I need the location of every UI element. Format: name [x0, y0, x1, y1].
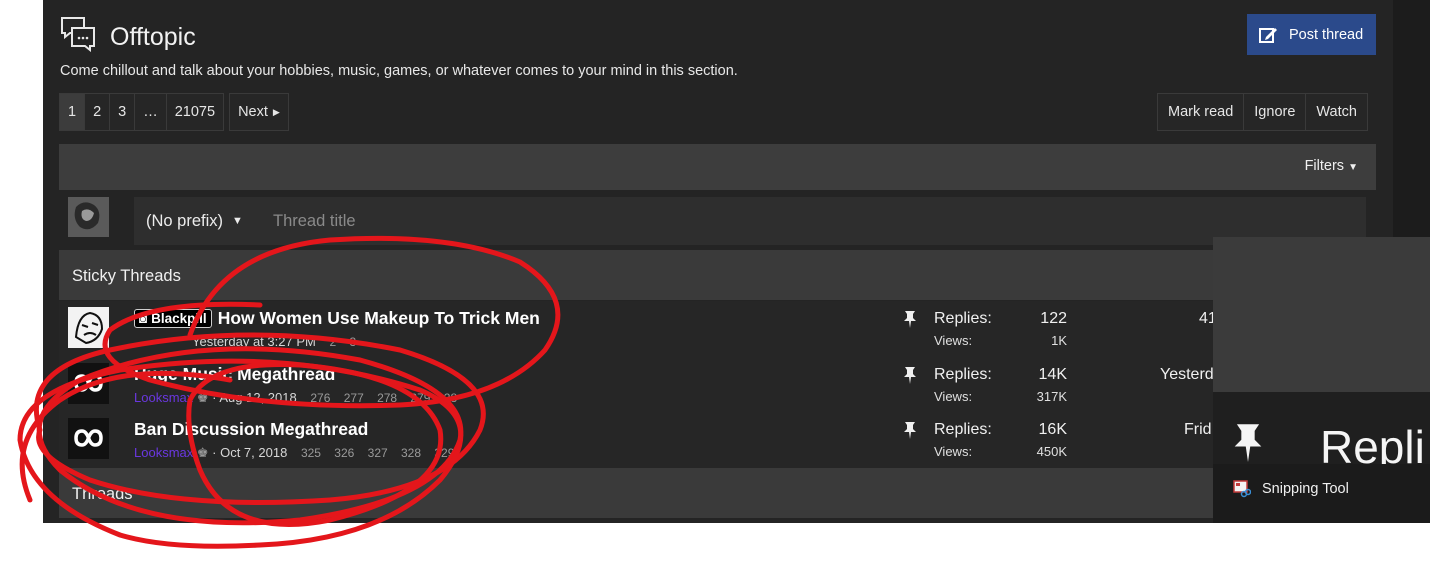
thread-avatar[interactable] — [68, 307, 109, 348]
thread-avatar[interactable] — [68, 418, 109, 459]
filter-bar: Filters ▼ — [59, 144, 1376, 190]
sketch-avatar-image — [74, 311, 104, 345]
replies-count: 16K — [1038, 421, 1067, 438]
forum-actions: Mark read Ignore Watch — [1157, 93, 1368, 131]
pagination: 1 2 3 … 21075 Next ▶ — [59, 93, 289, 131]
threads-header: Threads — [59, 468, 1376, 518]
infinity-logo-icon — [74, 374, 103, 392]
thread-author[interactable]: Looksmax — [134, 445, 193, 460]
forum-description: Come chillout and talk about your hobbie… — [60, 63, 738, 79]
post-thread-button[interactable]: Post thread — [1247, 14, 1376, 55]
caret-down-icon: ▼ — [232, 215, 243, 227]
filters-button[interactable]: Filters ▼ — [1305, 158, 1358, 174]
thread-meta: Yesterday at 3:27 PM 2 3 — [134, 334, 356, 349]
thread-pages[interactable]: 325 326 327 328 329 — [301, 446, 454, 460]
thread-row[interactable]: Ban Discussion Megathread Looksmax ♚ · O… — [59, 412, 1376, 468]
replies-label: Replies: — [934, 366, 992, 383]
page-ellipsis-button[interactable]: … — [134, 93, 167, 131]
thread-avatar[interactable] — [68, 363, 109, 404]
thread-title-link[interactable]: ◙ Blackpill How Women Use Makeup To Tric… — [134, 308, 540, 329]
pin-icon — [904, 311, 916, 328]
thread-date[interactable]: Yesterday at 3:27 PM — [192, 334, 316, 349]
thread-date[interactable]: · Oct 7, 2018 — [212, 445, 287, 460]
replies-count: 14K — [1038, 366, 1067, 383]
page-title: Offtopic — [110, 23, 196, 51]
thread-title: How Women Use Makeup To Trick Men — [217, 308, 540, 328]
robot-icon: ♚ — [196, 390, 209, 405]
mask-icon: ◙ — [139, 311, 148, 326]
edit-icon — [1259, 27, 1277, 43]
thread-title: Ban Discussion Megathread — [134, 419, 369, 439]
views-label: Views: — [934, 389, 973, 404]
prefix-badge[interactable]: ◙ Blackpill — [134, 309, 212, 328]
pin-icon — [904, 367, 916, 384]
snipping-tool-icon — [1233, 480, 1251, 498]
preview-zoom-area: Repli — [1213, 392, 1430, 473]
views-count: 450K — [1036, 444, 1067, 459]
thread-date[interactable]: · Aug 12, 2018 — [212, 390, 297, 405]
taskbar-item[interactable]: Snipping Tool — [1213, 464, 1430, 523]
next-label: Next — [238, 104, 268, 120]
thread-title-link[interactable]: Huge Music Megathread — [134, 364, 335, 385]
chat-bubbles-icon — [61, 17, 95, 52]
thread-row[interactable]: Huge Music Megathread Looksmax ♚ · Aug 1… — [59, 357, 1376, 413]
user-avatar[interactable] — [68, 197, 109, 237]
thread-title-link[interactable]: Ban Discussion Megathread — [134, 419, 368, 440]
thread-pages[interactable]: 276 277 278 279 28 — [310, 391, 457, 405]
views-label: Views: — [934, 333, 973, 348]
prefix-dropdown[interactable]: (No prefix) ▼ — [134, 197, 260, 245]
replies-label: Replies: — [934, 421, 992, 438]
replies-label: Replies: — [934, 310, 992, 327]
prefix-badge-label: Blackpill — [151, 311, 207, 326]
page-2-button[interactable]: 2 — [84, 93, 111, 131]
caret-right-icon: ▶ — [272, 106, 280, 117]
sticky-threads-header: Sticky Threads — [59, 250, 1376, 300]
caret-down-icon: ▼ — [1348, 162, 1358, 173]
views-label: Views: — [934, 444, 973, 459]
page-1-button[interactable]: 1 — [59, 93, 86, 131]
mark-read-button[interactable]: Mark read — [1157, 93, 1245, 131]
page-3-button[interactable]: 3 — [109, 93, 136, 131]
views-count: 317K — [1036, 389, 1067, 404]
pin-icon — [904, 422, 916, 439]
thread-meta: Looksmax ♚ · Aug 12, 2018 276 277 278 27… — [134, 390, 457, 406]
thread-title: Huge Music Megathread — [134, 364, 336, 384]
preview-top-area — [1213, 237, 1430, 392]
filters-label: Filters — [1304, 158, 1345, 174]
snipping-tool-label: Snipping Tool — [1262, 481, 1349, 497]
pin-icon — [1234, 424, 1262, 462]
ignore-button[interactable]: Ignore — [1243, 93, 1307, 131]
prefix-value: (No prefix) — [146, 211, 224, 230]
thread-row[interactable]: ◙ Blackpill How Women Use Makeup To Tric… — [59, 301, 1376, 357]
thread-pages[interactable]: 2 3 — [329, 335, 356, 349]
thread-author[interactable]: Looksmax — [134, 390, 193, 405]
page-last-button[interactable]: 21075 — [165, 93, 225, 131]
snipping-preview-popup: Repli Snipping Tool — [1213, 237, 1430, 523]
thread-title-input[interactable] — [260, 197, 1366, 245]
views-count: 1K — [1051, 333, 1067, 348]
last-activity[interactable]: Frid — [1184, 421, 1212, 439]
robot-icon: ♚ — [196, 445, 209, 460]
watch-button[interactable]: Watch — [1305, 93, 1368, 131]
next-page-button[interactable]: Next ▶ — [229, 93, 289, 131]
forum-page: Offtopic Come chillout and talk about yo… — [43, 0, 1393, 523]
last-activity[interactable]: Yesterd — [1160, 366, 1214, 384]
infinity-logo-icon — [74, 429, 103, 447]
avatar-image — [68, 197, 109, 237]
post-thread-label: Post thread — [1289, 26, 1364, 43]
thread-meta: Looksmax ♚ · Oct 7, 2018 325 326 327 328… — [134, 445, 454, 461]
replies-count: 122 — [1040, 310, 1067, 327]
